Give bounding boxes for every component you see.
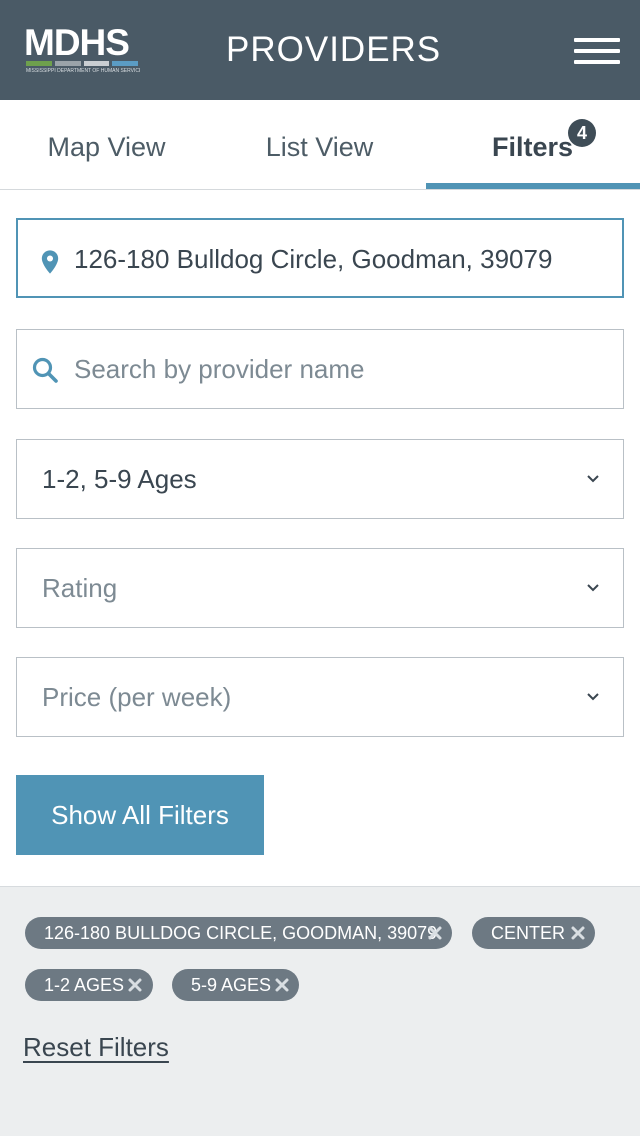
location-value: 126-180 Bulldog Circle, Goodman, 39079 bbox=[74, 244, 553, 274]
view-tabs: Map View List View Filters bbox=[0, 100, 640, 190]
mdhs-logo[interactable]: MDHS MISSISSIPPI DEPARTMENT OF HUMAN SER… bbox=[24, 22, 140, 76]
filter-chip-label: CENTER bbox=[491, 923, 566, 943]
rating-select-placeholder: Rating bbox=[42, 573, 118, 603]
app-header: MDHS MISSISSIPPI DEPARTMENT OF HUMAN SER… bbox=[0, 0, 640, 100]
rating-select[interactable]: Rating bbox=[16, 548, 624, 628]
close-icon[interactable] bbox=[427, 925, 443, 941]
filter-count-badge: 4 bbox=[568, 119, 596, 147]
ages-select-value: 1-2, 5-9 Ages bbox=[42, 464, 197, 494]
price-select-placeholder: Price (per week) bbox=[42, 682, 232, 712]
close-icon[interactable] bbox=[127, 977, 143, 993]
location-field[interactable]: 126-180 Bulldog Circle, Goodman, 39079 bbox=[16, 218, 624, 298]
filter-chip-center[interactable]: CENTER bbox=[472, 917, 595, 949]
close-icon[interactable] bbox=[570, 925, 586, 941]
hamburger-menu-icon[interactable] bbox=[574, 38, 620, 64]
close-icon[interactable] bbox=[274, 977, 290, 993]
provider-search-field[interactable] bbox=[16, 329, 624, 409]
logo-text: MDHS bbox=[24, 22, 130, 63]
show-all-filters-button[interactable]: Show All Filters bbox=[16, 775, 264, 855]
filter-chip-location[interactable]: 126-180 BULLDOG CIRCLE, GOODMAN, 39079 bbox=[25, 917, 452, 949]
filter-chip-ages-5-9[interactable]: 5-9 AGES bbox=[172, 969, 299, 1001]
filter-chip-label: 5-9 AGES bbox=[191, 975, 272, 995]
search-icon bbox=[32, 357, 58, 383]
reset-filters-link[interactable]: Reset Filters bbox=[23, 1032, 169, 1063]
tab-filters[interactable]: Filters bbox=[426, 100, 639, 190]
page-title: PROVIDERS bbox=[226, 30, 442, 69]
price-select[interactable]: Price (per week) bbox=[16, 657, 624, 737]
filter-chip-ages-1-2[interactable]: 1-2 AGES bbox=[25, 969, 153, 1001]
search-input[interactable] bbox=[74, 330, 604, 408]
chevron-down-icon bbox=[587, 584, 599, 592]
logo-subtitle: MISSISSIPPI DEPARTMENT OF HUMAN SERVICES bbox=[26, 68, 140, 74]
location-pin-icon bbox=[41, 250, 59, 274]
chevron-down-icon bbox=[587, 475, 599, 483]
logo-color-bars bbox=[26, 61, 138, 66]
active-tab-indicator bbox=[426, 183, 640, 189]
filter-chip-label: 1-2 AGES bbox=[44, 975, 125, 995]
chevron-down-icon bbox=[587, 693, 599, 701]
tab-list-view[interactable]: List View bbox=[213, 100, 426, 190]
tab-map-view[interactable]: Map View bbox=[0, 100, 213, 190]
filter-chip-label: 126-180 BULLDOG CIRCLE, GOODMAN, 39079 bbox=[44, 923, 438, 943]
ages-select[interactable]: 1-2, 5-9 Ages bbox=[16, 439, 624, 519]
